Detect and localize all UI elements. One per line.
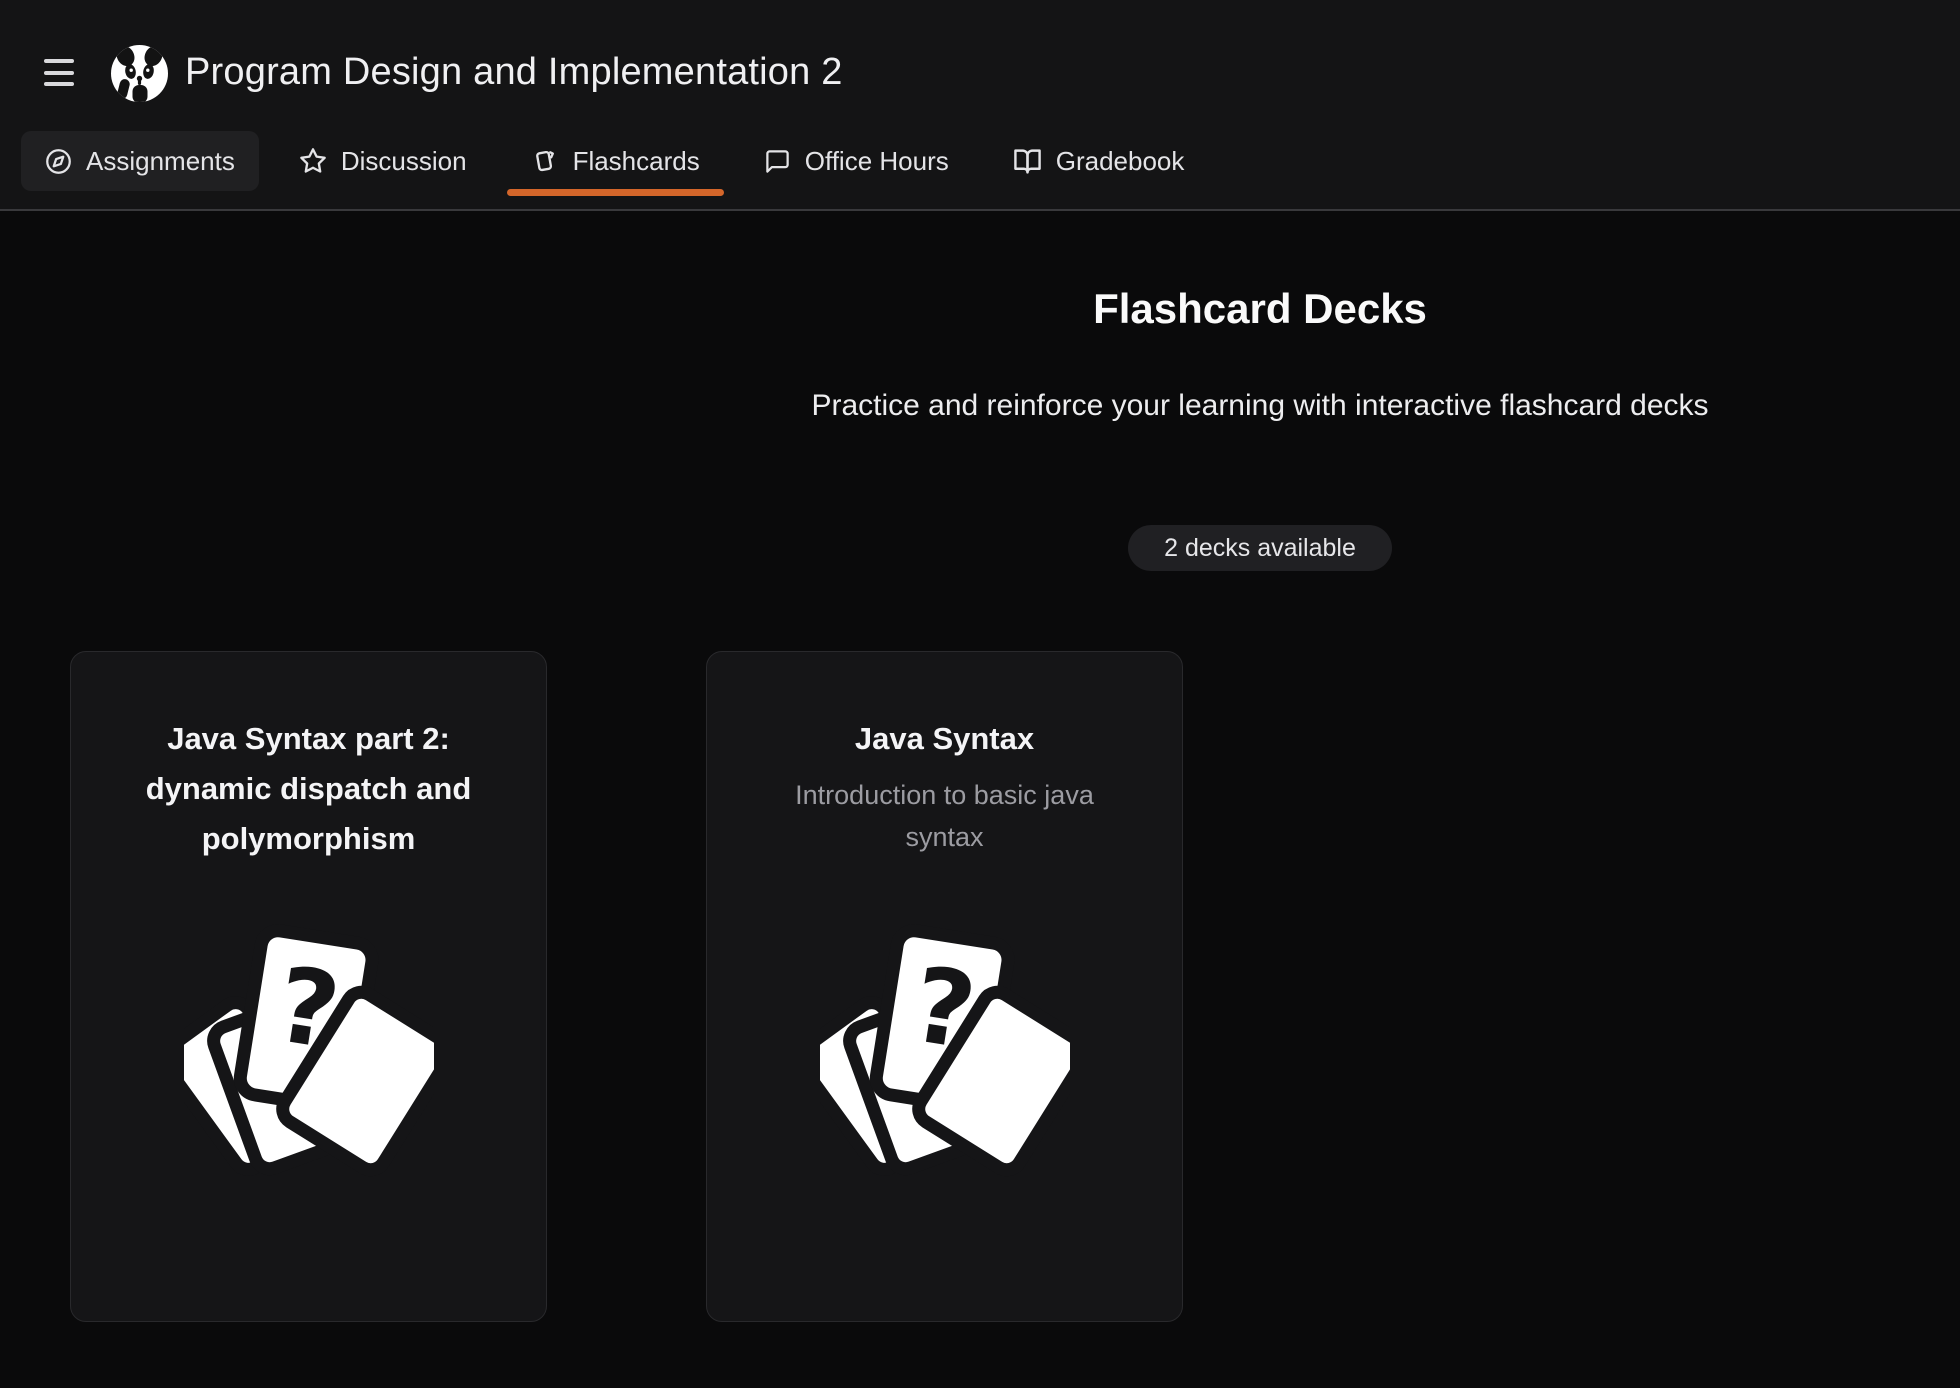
course-title: Program Design and Implementation 2 [185, 51, 843, 94]
tab-label: Gradebook [1056, 146, 1185, 177]
tab-flashcards[interactable]: Flashcards [507, 131, 724, 191]
tab-bar: Assignments Discussion Flashcards [21, 131, 1208, 191]
deck-card-java-syntax[interactable]: Java Syntax Introduction to basic java s… [706, 651, 1183, 1322]
flashcard-deck-icon: ? [184, 920, 434, 1180]
page-subtitle: Practice and reinforce your learning wit… [560, 385, 1960, 427]
hamburger-bar [44, 82, 74, 86]
panda-logo [111, 45, 168, 102]
star-icon [299, 147, 327, 175]
tab-label: Discussion [341, 146, 467, 177]
tab-label: Assignments [86, 146, 235, 177]
badge-row: 2 decks available [560, 525, 1960, 571]
tab-label: Office Hours [805, 146, 949, 177]
active-tab-underline [507, 189, 724, 196]
deck-title: Java Syntax part 2: dynamic dispatch and… [129, 714, 489, 864]
open-book-icon [1013, 147, 1042, 176]
tab-discussion[interactable]: Discussion [275, 131, 491, 191]
flashcards-icon [531, 147, 559, 175]
deck-title: Java Syntax [765, 714, 1125, 764]
hamburger-bar [44, 59, 74, 63]
deck-description: Introduction to basic java syntax [780, 774, 1110, 858]
panda-logo-icon [111, 45, 168, 102]
app-window: Program Design and Implementation 2 Assi… [0, 0, 1960, 1388]
tab-label: Flashcards [573, 146, 700, 177]
hero-section: Flashcard Decks Practice and reinforce y… [560, 285, 1960, 571]
compass-icon [45, 148, 72, 175]
header-bar: Program Design and Implementation 2 Assi… [0, 0, 1960, 211]
tab-gradebook[interactable]: Gradebook [989, 131, 1209, 191]
hamburger-bar [44, 71, 74, 75]
deck-card-java-syntax-part-2[interactable]: Java Syntax part 2: dynamic dispatch and… [70, 651, 547, 1322]
chat-bubble-icon [764, 148, 791, 175]
flashcard-deck-icon: ? [820, 920, 1070, 1180]
tab-office-hours[interactable]: Office Hours [740, 131, 973, 191]
deck-count-badge: 2 decks available [1128, 525, 1392, 571]
page-title: Flashcard Decks [560, 285, 1960, 333]
hamburger-menu-button[interactable] [44, 59, 74, 86]
tab-assignments[interactable]: Assignments [21, 131, 259, 191]
